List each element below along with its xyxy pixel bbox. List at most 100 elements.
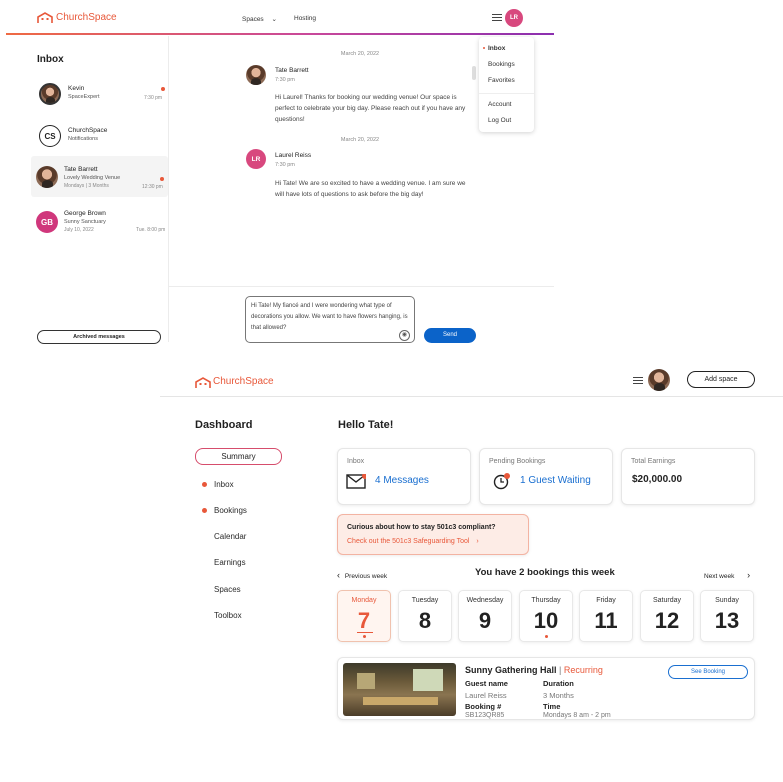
next-week-button[interactable]: Next week › (704, 570, 750, 580)
nav-hosting-link[interactable]: Hosting (294, 15, 316, 22)
total-earnings-card[interactable]: Total Earnings $20,000.00 (621, 448, 755, 505)
menu-divider (479, 93, 534, 94)
menu-item-account[interactable]: Account (488, 101, 512, 108)
booking-dot (545, 635, 548, 638)
brand-name[interactable]: ChurchSpace (56, 12, 117, 23)
sidebar-item-earnings[interactable]: Earnings (214, 558, 246, 567)
compliance-banner[interactable]: Curious about how to stay 501c3 complian… (337, 514, 529, 555)
add-space-button[interactable]: Add space (687, 371, 755, 388)
booking-number-label: Booking # (465, 702, 502, 711)
window-shape (357, 673, 375, 689)
message-text: Hi Laurel! Thanks for booking our weddin… (275, 94, 466, 123)
conversation-item[interactable]: Tate Barrett Lovely Wedding Venue Monday… (31, 156, 168, 197)
day-number: 10 (533, 608, 559, 633)
duration-value: 3 Months (543, 691, 574, 700)
conversation-item[interactable]: CS ChurchSpace Notifications (31, 122, 168, 152)
previous-week-button[interactable]: ‹ Previous week (337, 570, 387, 580)
card-title: Total Earnings (631, 458, 676, 465)
menu-item-logout[interactable]: Log Out (488, 117, 511, 124)
day-name: Tuesday (411, 597, 439, 604)
earnings-amount: $20,000.00 (632, 474, 683, 485)
nav-spaces-label: Spaces (242, 16, 264, 23)
dashboard-logo-icon (195, 376, 211, 394)
conversation-subtitle: Sunny Sanctuary (64, 219, 106, 225)
booking-card[interactable]: Sunny Gathering Hall | Recurring See Boo… (337, 657, 755, 720)
sidebar-item-toolbox[interactable]: Toolbox (214, 611, 242, 620)
user-avatar[interactable]: LR (505, 9, 523, 27)
day-card-thursday[interactable]: Thursday 10 (519, 590, 573, 642)
attach-photo-icon[interactable]: ◉ (399, 330, 410, 341)
day-card-tuesday[interactable]: Tuesday 8 (398, 590, 452, 642)
guest-name-label: Guest name (465, 679, 508, 688)
menu-item-favorites[interactable]: Favorites (488, 77, 515, 84)
venue-name: Sunny Gathering Hall (465, 665, 557, 675)
booking-dot (363, 635, 366, 638)
user-avatar[interactable] (648, 369, 670, 391)
sidebar-item-summary[interactable]: Summary (195, 448, 282, 465)
dashboard-brand-name[interactable]: ChurchSpace (213, 376, 274, 387)
message-sender: Laurel Reiss (275, 152, 312, 159)
date-separator: March 20, 2022 (340, 51, 380, 57)
sidebar-item-spaces[interactable]: Spaces (214, 585, 241, 594)
compose-text: Hi Tate! My fiancé and I were wondering … (251, 303, 408, 331)
sidebar-item-bookings[interactable]: Bookings (214, 506, 247, 515)
guest-name-value: Laurel Reiss (465, 691, 507, 700)
booking-venue-title: Sunny Gathering Hall | Recurring (465, 665, 603, 675)
day-name: Friday (596, 597, 616, 604)
day-name: Saturday (652, 597, 682, 604)
booking-number-value: SB123QR85 (465, 712, 505, 719)
pending-bookings-card[interactable]: Pending Bookings 1 Guest Waiting (479, 448, 613, 505)
message-text: Hi Tate! We are so excited to have a wed… (275, 180, 466, 198)
active-dot (483, 47, 485, 49)
time-label: Time (543, 702, 561, 711)
date-separator: March 20, 2022 (340, 137, 380, 143)
chat-scrollbar[interactable] (472, 66, 476, 80)
inbox-summary-card[interactable]: Inbox 4 Messages (337, 448, 471, 505)
sidebar-item-calendar[interactable]: Calendar (214, 532, 246, 541)
day-card-monday[interactable]: Monday 7 (337, 590, 391, 642)
conversation-name: ChurchSpace (68, 127, 108, 134)
avatar: GB (36, 211, 58, 233)
hamburger-menu-icon[interactable] (492, 14, 502, 21)
day-card-sunday[interactable]: Sunday 13 (700, 590, 754, 642)
conversation-time: 12:30 pm (142, 184, 163, 190)
inbox-sidebar: Inbox Kevin SpaceExpert 7:30 pm CS Churc… (31, 36, 168, 344)
hamburger-menu-icon[interactable] (633, 377, 643, 384)
day-card-wednesday[interactable]: Wednesday 9 (458, 590, 512, 642)
avatar: CS (39, 125, 61, 147)
menu-item-bookings[interactable]: Bookings (488, 61, 515, 68)
conversation-item[interactable]: Kevin SpaceExpert 7:30 pm (31, 80, 168, 112)
day-name: Thursday (531, 597, 561, 604)
archived-messages-button[interactable]: Archived messages (37, 330, 161, 344)
nav-spaces-menu[interactable]: Spaces ⌄ (242, 15, 277, 23)
day-number: 8 (418, 608, 432, 633)
compliance-link[interactable]: Check out the 501c3 Safeguarding Tool › (347, 538, 479, 545)
compliance-link-text: Check out the 501c3 Safeguarding Tool (347, 538, 470, 545)
avatar: LR (246, 149, 266, 169)
day-number: 12 (654, 608, 680, 633)
conversation-name: George Brown (64, 210, 106, 217)
conversation-item[interactable]: GB George Brown Sunny Sanctuary July 10,… (31, 206, 168, 236)
day-name: Sunday (715, 597, 739, 604)
clock-icon (493, 473, 510, 495)
inbox-top-nav: ChurchSpace Spaces ⌄ Hosting LR (0, 0, 554, 36)
unread-dot (160, 177, 164, 181)
greeting: Hello Tate! (338, 419, 394, 431)
day-card-saturday[interactable]: Saturday 12 (640, 590, 694, 642)
conversation-time: Tue. 8:00 pm (136, 227, 166, 233)
message-compose-field[interactable]: Hi Tate! My fiancé and I were wondering … (245, 296, 415, 343)
menu-item-inbox[interactable]: Inbox (488, 45, 505, 52)
chevron-left-icon: ‹ (337, 570, 340, 580)
day-number: 13 (714, 608, 740, 633)
week-heading: You have 2 bookings this week (475, 567, 615, 578)
day-card-friday[interactable]: Friday 11 (579, 590, 633, 642)
day-number: 11 (594, 608, 618, 633)
sidebar-item-inbox[interactable]: Inbox (214, 480, 234, 489)
see-booking-button[interactable]: See Booking (668, 665, 748, 679)
day-name: Wednesday (466, 597, 504, 604)
inbox-count: 4 Messages (375, 475, 429, 486)
send-button[interactable]: Send (424, 328, 476, 343)
dashboard-title: Dashboard (195, 419, 253, 431)
duration-label: Duration (543, 679, 574, 688)
conversation-meta: July 10, 2022 (64, 227, 94, 233)
